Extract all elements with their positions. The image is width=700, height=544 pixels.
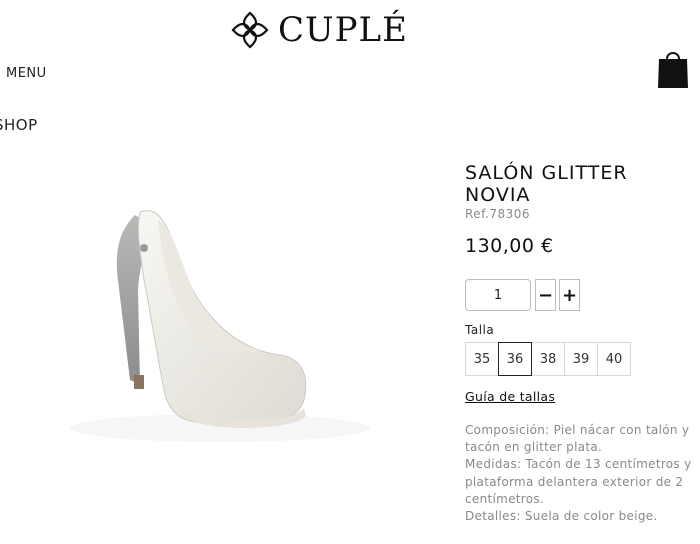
logo-knot-icon: [231, 11, 269, 49]
description-details: Detalles: Suela de color beige.: [465, 509, 658, 524]
quantity-increase-button[interactable]: +: [559, 279, 580, 311]
description-measures: Medidas: Tacón de 13 centímetros y plata…: [465, 457, 692, 506]
size-guide-link[interactable]: Guía de tallas: [465, 389, 555, 404]
product-title: SALÓN GLITTER NOVIA: [465, 162, 628, 206]
menu-button[interactable]: MENU: [6, 66, 47, 81]
product-image: [70, 210, 370, 442]
size-option-38[interactable]: 38: [531, 342, 565, 376]
product-price: 130,00 €: [465, 235, 554, 257]
breadcrumb-shop[interactable]: SHOP: [0, 116, 38, 134]
product-reference: Ref.78306: [465, 207, 531, 221]
quantity-input[interactable]: [465, 279, 531, 311]
size-label: Talla: [465, 323, 495, 337]
shopping-bag-icon[interactable]: [656, 47, 690, 89]
size-option-40[interactable]: 40: [597, 342, 631, 376]
product-description: Composición: Piel nácar con talón y tacó…: [465, 422, 695, 525]
description-composition: Composición: Piel nácar con talón y tacó…: [465, 423, 690, 455]
size-option-35[interactable]: 35: [465, 342, 499, 376]
size-option-36[interactable]: 36: [498, 342, 532, 376]
size-selector: 35 36 38 39 40: [465, 342, 631, 376]
size-option-39[interactable]: 39: [564, 342, 598, 376]
quantity-decrease-button[interactable]: −: [535, 279, 556, 311]
brand-name: CUPLÉ: [278, 10, 408, 50]
brand-logo[interactable]: CUPLÉ: [230, 8, 408, 52]
